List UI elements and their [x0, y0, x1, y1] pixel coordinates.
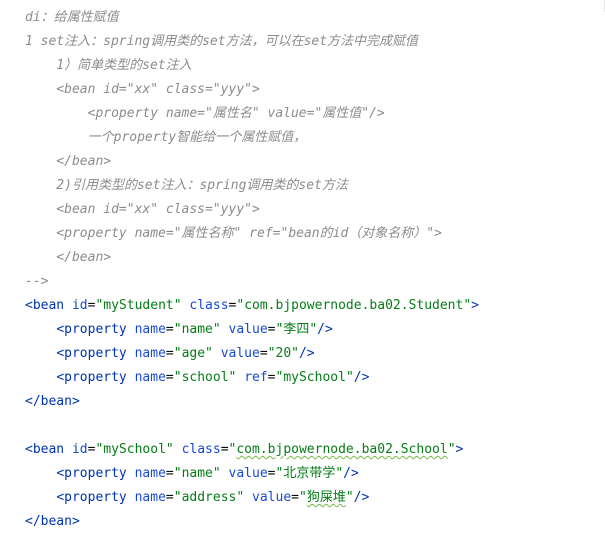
property-tag: property — [64, 370, 127, 385]
comment-line: 一个property智能给一个属性赋值， — [25, 130, 307, 145]
property-tag: property — [64, 490, 127, 505]
property-tag: property — [64, 322, 127, 337]
property-line: <property name="age" value="20"/> — [56, 346, 315, 361]
bean-id-value: mySchool — [103, 442, 166, 457]
comment-line: <bean id="xx" class="yyy"> — [25, 202, 260, 217]
value-attr: value — [220, 346, 260, 361]
property-tag: property — [64, 346, 127, 361]
name-attr: name — [134, 322, 166, 337]
property-ref-value: mySchool — [283, 370, 346, 385]
property-name-value: age — [181, 346, 206, 361]
comment-line: <property name="属性名称" ref="bean的id（对象名称）… — [25, 226, 442, 241]
name-attr: name — [134, 490, 166, 505]
id-attr: id — [71, 442, 88, 457]
property-line: <property name="school" ref="mySchool"/> — [56, 370, 370, 385]
comment-line: di：给属性赋值 — [25, 10, 119, 25]
property-name-value: address — [181, 490, 237, 505]
bean-class-value: com.bjpowernode.ba02.School — [236, 442, 448, 457]
property-tag: property — [64, 466, 127, 481]
comment-line: 1 set注入：spring调用类的set方法，可以在set方法中完成赋值 — [25, 34, 419, 49]
comment-line: 2)引用类型的set注入：spring调用类的set方法 — [25, 178, 348, 193]
bean-close-line: </bean> — [25, 514, 80, 529]
bean-tag: bean — [32, 298, 65, 313]
property-line: <property name="name" value="李四"/> — [56, 322, 333, 337]
bean-open-line: <bean id="myStudent" class="com.bjpowern… — [25, 298, 479, 313]
property-name-value: school — [181, 370, 229, 385]
value-attr: value — [228, 322, 268, 337]
property-value: 北京带学 — [283, 466, 336, 481]
name-attr: name — [134, 370, 166, 385]
value-attr: value — [252, 490, 292, 505]
property-value: 狗屎堆 — [306, 490, 346, 505]
property-name-value: name — [181, 322, 213, 337]
property-line: <property name="address" value="狗屎堆"/> — [56, 490, 370, 505]
property-name-value: name — [181, 466, 213, 481]
code-editor[interactable]: di：给属性赋值 1 set注入：spring调用类的set方法，可以在set方… — [0, 0, 605, 553]
property-value: 20 — [275, 346, 292, 361]
property-value: 李四 — [283, 322, 310, 337]
bean-id-value: myStudent — [103, 298, 174, 313]
name-attr: name — [134, 346, 166, 361]
property-line: <property name="name" value="北京带学"/> — [56, 466, 359, 481]
comment-line: <property name="属性名" value="属性值"/> — [25, 106, 385, 121]
id-attr: id — [71, 298, 88, 313]
comment-line: </bean> — [25, 250, 112, 265]
bean-close-line: </bean> — [25, 394, 80, 409]
class-attr: class — [189, 298, 229, 313]
comment-line: 1）简单类型的set注入 — [25, 58, 192, 73]
comment-line: </bean> — [25, 154, 112, 169]
bean-class-value: com.bjpowernode.ba02.Student — [244, 298, 464, 313]
bean-tag: bean — [32, 442, 65, 457]
comment-line: <bean id="xx" class="yyy"> — [25, 82, 260, 97]
bean-open-line: <bean id="mySchool" class="com.bjpowerno… — [25, 442, 464, 457]
class-attr: class — [181, 442, 221, 457]
name-attr: name — [134, 466, 166, 481]
ref-attr: ref — [244, 370, 268, 385]
value-attr: value — [228, 466, 268, 481]
comment-end: --> — [25, 274, 49, 289]
